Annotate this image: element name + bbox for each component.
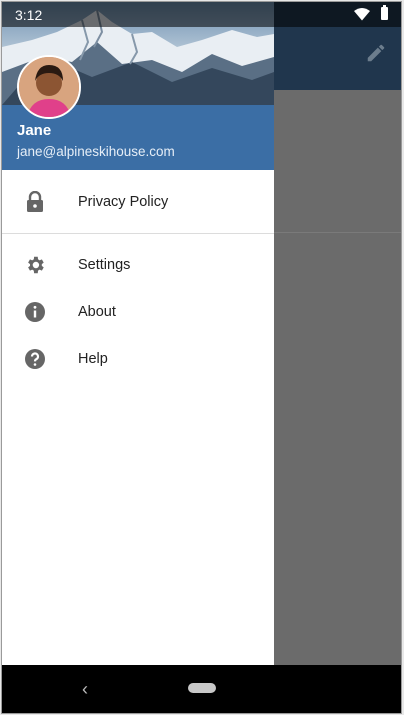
status-bar: 3:12 — [2, 2, 401, 27]
battery-icon — [381, 5, 388, 20]
background-divider — [272, 232, 401, 233]
lock-icon — [24, 191, 46, 213]
drawer-header: Jane jane@alpineskihouse.com — [2, 2, 274, 170]
menu-label: Settings — [78, 257, 131, 273]
help-icon — [24, 348, 46, 370]
system-navigation-bar: ‹ — [2, 665, 401, 713]
home-button[interactable] — [188, 683, 216, 693]
back-icon[interactable]: ‹ — [82, 679, 88, 700]
menu-item-help[interactable]: Help — [2, 336, 274, 382]
menu-item-privacy-policy[interactable]: Privacy Policy — [2, 179, 274, 225]
gear-icon — [24, 254, 46, 276]
user-email: jane@alpineskihouse.com — [17, 144, 175, 159]
menu-divider — [2, 233, 274, 234]
wifi-icon — [354, 8, 370, 21]
menu-label: Help — [78, 351, 108, 367]
menu-label: About — [78, 304, 116, 320]
menu-item-about[interactable]: About — [2, 289, 274, 335]
user-avatar[interactable] — [17, 55, 81, 119]
user-name: Jane — [17, 122, 52, 139]
navigation-drawer: Jane jane@alpineskihouse.com Privacy Pol… — [2, 2, 274, 665]
edit-pencil-icon[interactable] — [365, 42, 387, 64]
info-icon — [24, 301, 46, 323]
menu-label: Privacy Policy — [78, 194, 169, 210]
menu-item-settings[interactable]: Settings — [2, 242, 274, 288]
phone-screen: 3:12 Jane jane@alpineskihouse.com Privac… — [1, 1, 402, 714]
status-time: 3:12 — [15, 7, 43, 23]
